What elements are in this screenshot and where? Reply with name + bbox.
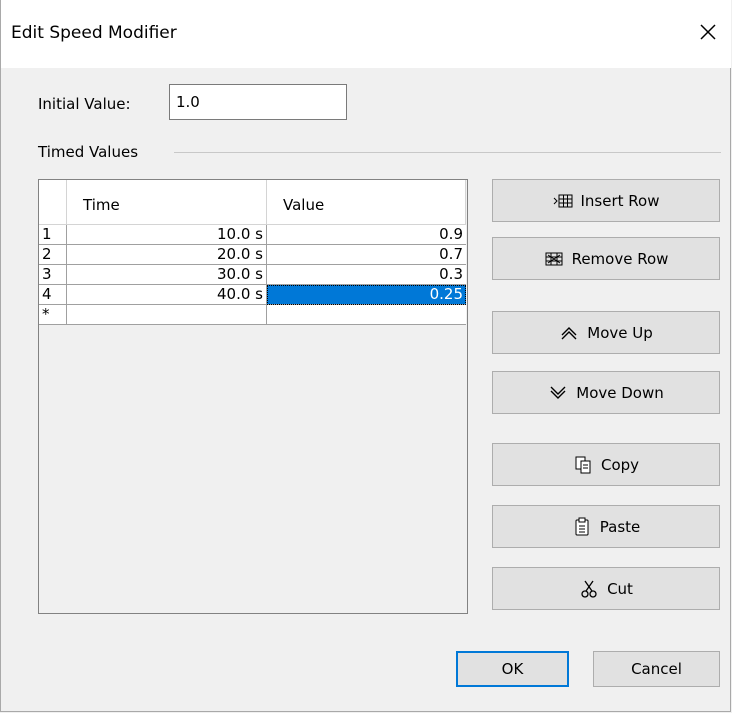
- move-up-label: Move Up: [587, 323, 653, 342]
- insert-row-button[interactable]: Insert Row: [492, 179, 720, 222]
- remove-row-label: Remove Row: [571, 249, 669, 268]
- close-icon[interactable]: [695, 19, 721, 45]
- time-cell[interactable]: 40.0 s: [67, 285, 267, 305]
- row-number: 4: [39, 285, 67, 305]
- initial-value-input[interactable]: [169, 84, 347, 120]
- copy-icon: [573, 455, 593, 475]
- move-down-label: Move Down: [576, 383, 664, 402]
- move-up-button[interactable]: Move Up: [492, 311, 720, 354]
- row-number: 2: [39, 245, 67, 265]
- timed-values-table[interactable]: Time Value 1 10.0 s 0.9 2 20.0 s 0.7 3 3…: [38, 179, 468, 614]
- cancel-button[interactable]: Cancel: [593, 651, 720, 687]
- table-row[interactable]: 3 30.0 s 0.3: [39, 265, 467, 285]
- column-header-time[interactable]: Time: [67, 180, 267, 225]
- copy-button[interactable]: Copy: [492, 443, 720, 486]
- row-number: 1: [39, 225, 67, 245]
- paste-button[interactable]: Paste: [492, 505, 720, 548]
- move-down-icon: [548, 383, 568, 403]
- cut-icon: [579, 579, 599, 599]
- table-row[interactable]: 1 10.0 s 0.9: [39, 225, 467, 245]
- time-cell[interactable]: 10.0 s: [67, 225, 267, 245]
- value-cell[interactable]: 0.9: [267, 225, 466, 245]
- remove-row-button[interactable]: Remove Row: [492, 237, 720, 280]
- table-header: Time Value: [39, 180, 467, 225]
- dialog-window: Edit Speed Modifier Initial Value: Timed…: [0, 0, 731, 712]
- column-header-value[interactable]: Value: [267, 180, 466, 225]
- window-title: Edit Speed Modifier: [11, 23, 177, 43]
- row-number: 3: [39, 265, 67, 285]
- table-row-new[interactable]: *: [39, 305, 467, 325]
- value-cell[interactable]: [267, 305, 466, 325]
- insert-row-label: Insert Row: [580, 191, 660, 210]
- value-cell[interactable]: 0.7: [267, 245, 466, 265]
- value-cell-selected[interactable]: 0.25: [267, 285, 466, 305]
- time-cell[interactable]: 20.0 s: [67, 245, 267, 265]
- paste-icon: [572, 517, 592, 537]
- title-bar: Edit Speed Modifier: [1, 0, 731, 68]
- timed-values-label: Timed Values: [38, 143, 139, 161]
- remove-row-icon: [544, 249, 564, 269]
- table-row[interactable]: 2 20.0 s 0.7: [39, 245, 467, 265]
- initial-value-label: Initial Value:: [38, 95, 131, 113]
- time-cell[interactable]: 30.0 s: [67, 265, 267, 285]
- copy-label: Copy: [600, 455, 640, 474]
- move-up-icon: [559, 323, 579, 343]
- time-cell[interactable]: [67, 305, 267, 325]
- cut-button[interactable]: Cut: [492, 567, 720, 610]
- insert-row-icon: [553, 191, 573, 211]
- row-number-header: [39, 180, 67, 225]
- paste-label: Paste: [599, 517, 641, 536]
- value-cell[interactable]: 0.3: [267, 265, 466, 285]
- table-row[interactable]: 4 40.0 s 0.25: [39, 285, 467, 305]
- move-down-button[interactable]: Move Down: [492, 371, 720, 414]
- cut-label: Cut: [607, 579, 633, 598]
- ok-button[interactable]: OK: [456, 651, 569, 687]
- new-row-marker: *: [39, 305, 67, 325]
- group-separator: [174, 152, 721, 153]
